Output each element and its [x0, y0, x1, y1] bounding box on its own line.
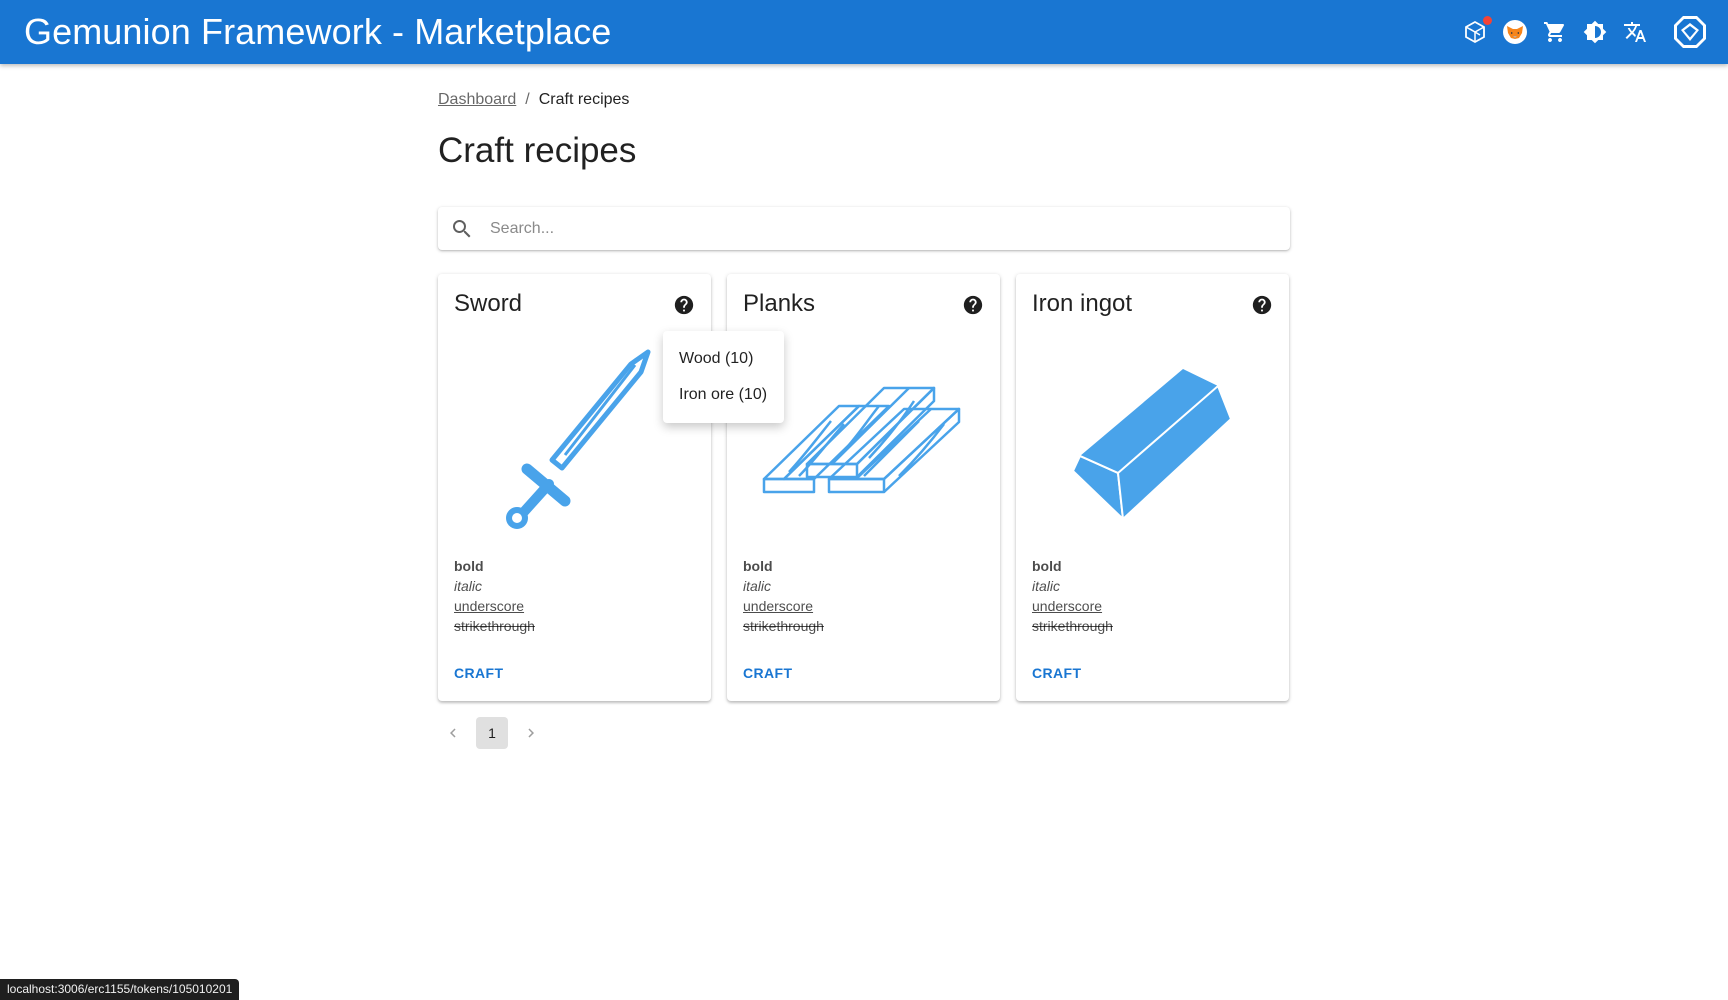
- desc-underscore: underscore: [743, 598, 814, 614]
- wallet-avatar-icon: [1674, 16, 1706, 48]
- sword-icon: [505, 349, 650, 529]
- cart-button[interactable]: [1542, 19, 1568, 45]
- desc-italic: italic: [743, 578, 772, 594]
- craft-button[interactable]: CRAFT: [446, 659, 511, 687]
- prev-page-button[interactable]: [438, 717, 468, 749]
- tooltip-item: Wood (10): [679, 350, 754, 367]
- card-title: Sword: [454, 290, 523, 317]
- card-title: Planks: [743, 290, 816, 317]
- cart-icon: [1544, 22, 1565, 42]
- card-description: bold italic underscore strikethrough: [454, 556, 535, 636]
- wallet-avatar-button[interactable]: [1672, 14, 1708, 50]
- craft-button[interactable]: CRAFT: [735, 659, 800, 687]
- desc-bold: bold: [1032, 558, 1062, 574]
- ingot-icon: [1071, 369, 1232, 521]
- card-description: bold italic underscore strikethrough: [743, 556, 824, 636]
- chevron-right-icon: [528, 728, 534, 738]
- desc-italic: italic: [1032, 578, 1061, 594]
- breadcrumb-current: Craft recipes: [538, 91, 630, 108]
- breadcrumb-separator: /: [525, 91, 530, 108]
- language-button[interactable]: [1622, 19, 1648, 45]
- help-icon[interactable]: [962, 294, 984, 316]
- recipe-card-iron-ingot: Iron ingot bold italic underscore strike…: [1016, 274, 1289, 701]
- desc-underscore: underscore: [454, 598, 525, 614]
- desc-underscore: underscore: [1032, 598, 1103, 614]
- help-icon[interactable]: [673, 294, 695, 316]
- status-bar-url: localhost:3006/erc1155/tokens/105010201: [0, 979, 240, 1000]
- page-number[interactable]: 1: [476, 717, 508, 749]
- metamask-icon: [1503, 20, 1527, 44]
- tooltip-item: Iron ore (10): [679, 386, 768, 403]
- theme-toggle-button[interactable]: [1582, 19, 1608, 45]
- desc-bold: bold: [454, 558, 484, 574]
- search-bar: [438, 207, 1290, 250]
- search-icon: [453, 219, 471, 237]
- network-button[interactable]: [1462, 16, 1492, 45]
- card-image[interactable]: [1016, 336, 1289, 546]
- desc-strikethrough: strikethrough: [454, 618, 535, 634]
- desc-strikethrough: strikethrough: [743, 618, 824, 634]
- card-title: Iron ingot: [1032, 290, 1133, 317]
- search-input[interactable]: [490, 219, 1290, 238]
- page-title: Craft recipes: [438, 131, 637, 170]
- breadcrumb: Dashboard / Craft recipes: [438, 91, 1290, 109]
- ingredients-tooltip: Wood (10) Iron ore (10): [663, 331, 784, 423]
- app-bar: Gemunion Framework - Marketplace: [0, 0, 1728, 64]
- chevron-left-icon: [450, 728, 456, 738]
- theme-toggle-icon: [1583, 20, 1607, 44]
- translate-icon: [1624, 22, 1646, 42]
- planks-icon: [762, 386, 960, 494]
- card-description: bold italic underscore strikethrough: [1032, 556, 1113, 636]
- recipe-cards: Sword bold italic underscore strikethrou…: [438, 274, 1290, 701]
- app-bar-actions: [1462, 0, 1708, 64]
- desc-strikethrough: strikethrough: [1032, 618, 1113, 634]
- help-icon[interactable]: [1251, 294, 1273, 316]
- next-page-button[interactable]: [516, 717, 546, 749]
- app-title[interactable]: Gemunion Framework - Marketplace: [24, 11, 611, 53]
- craft-button[interactable]: CRAFT: [1024, 659, 1089, 687]
- pagination: 1: [438, 717, 1290, 749]
- desc-italic: italic: [454, 578, 483, 594]
- main-content: Dashboard / Craft recipes Craft recipes …: [438, 64, 1290, 749]
- desc-bold: bold: [743, 558, 773, 574]
- network-icon: [1465, 20, 1485, 44]
- breadcrumb-dashboard-link[interactable]: Dashboard: [438, 91, 516, 109]
- metamask-button[interactable]: [1502, 19, 1528, 45]
- notification-dot: [1483, 16, 1492, 25]
